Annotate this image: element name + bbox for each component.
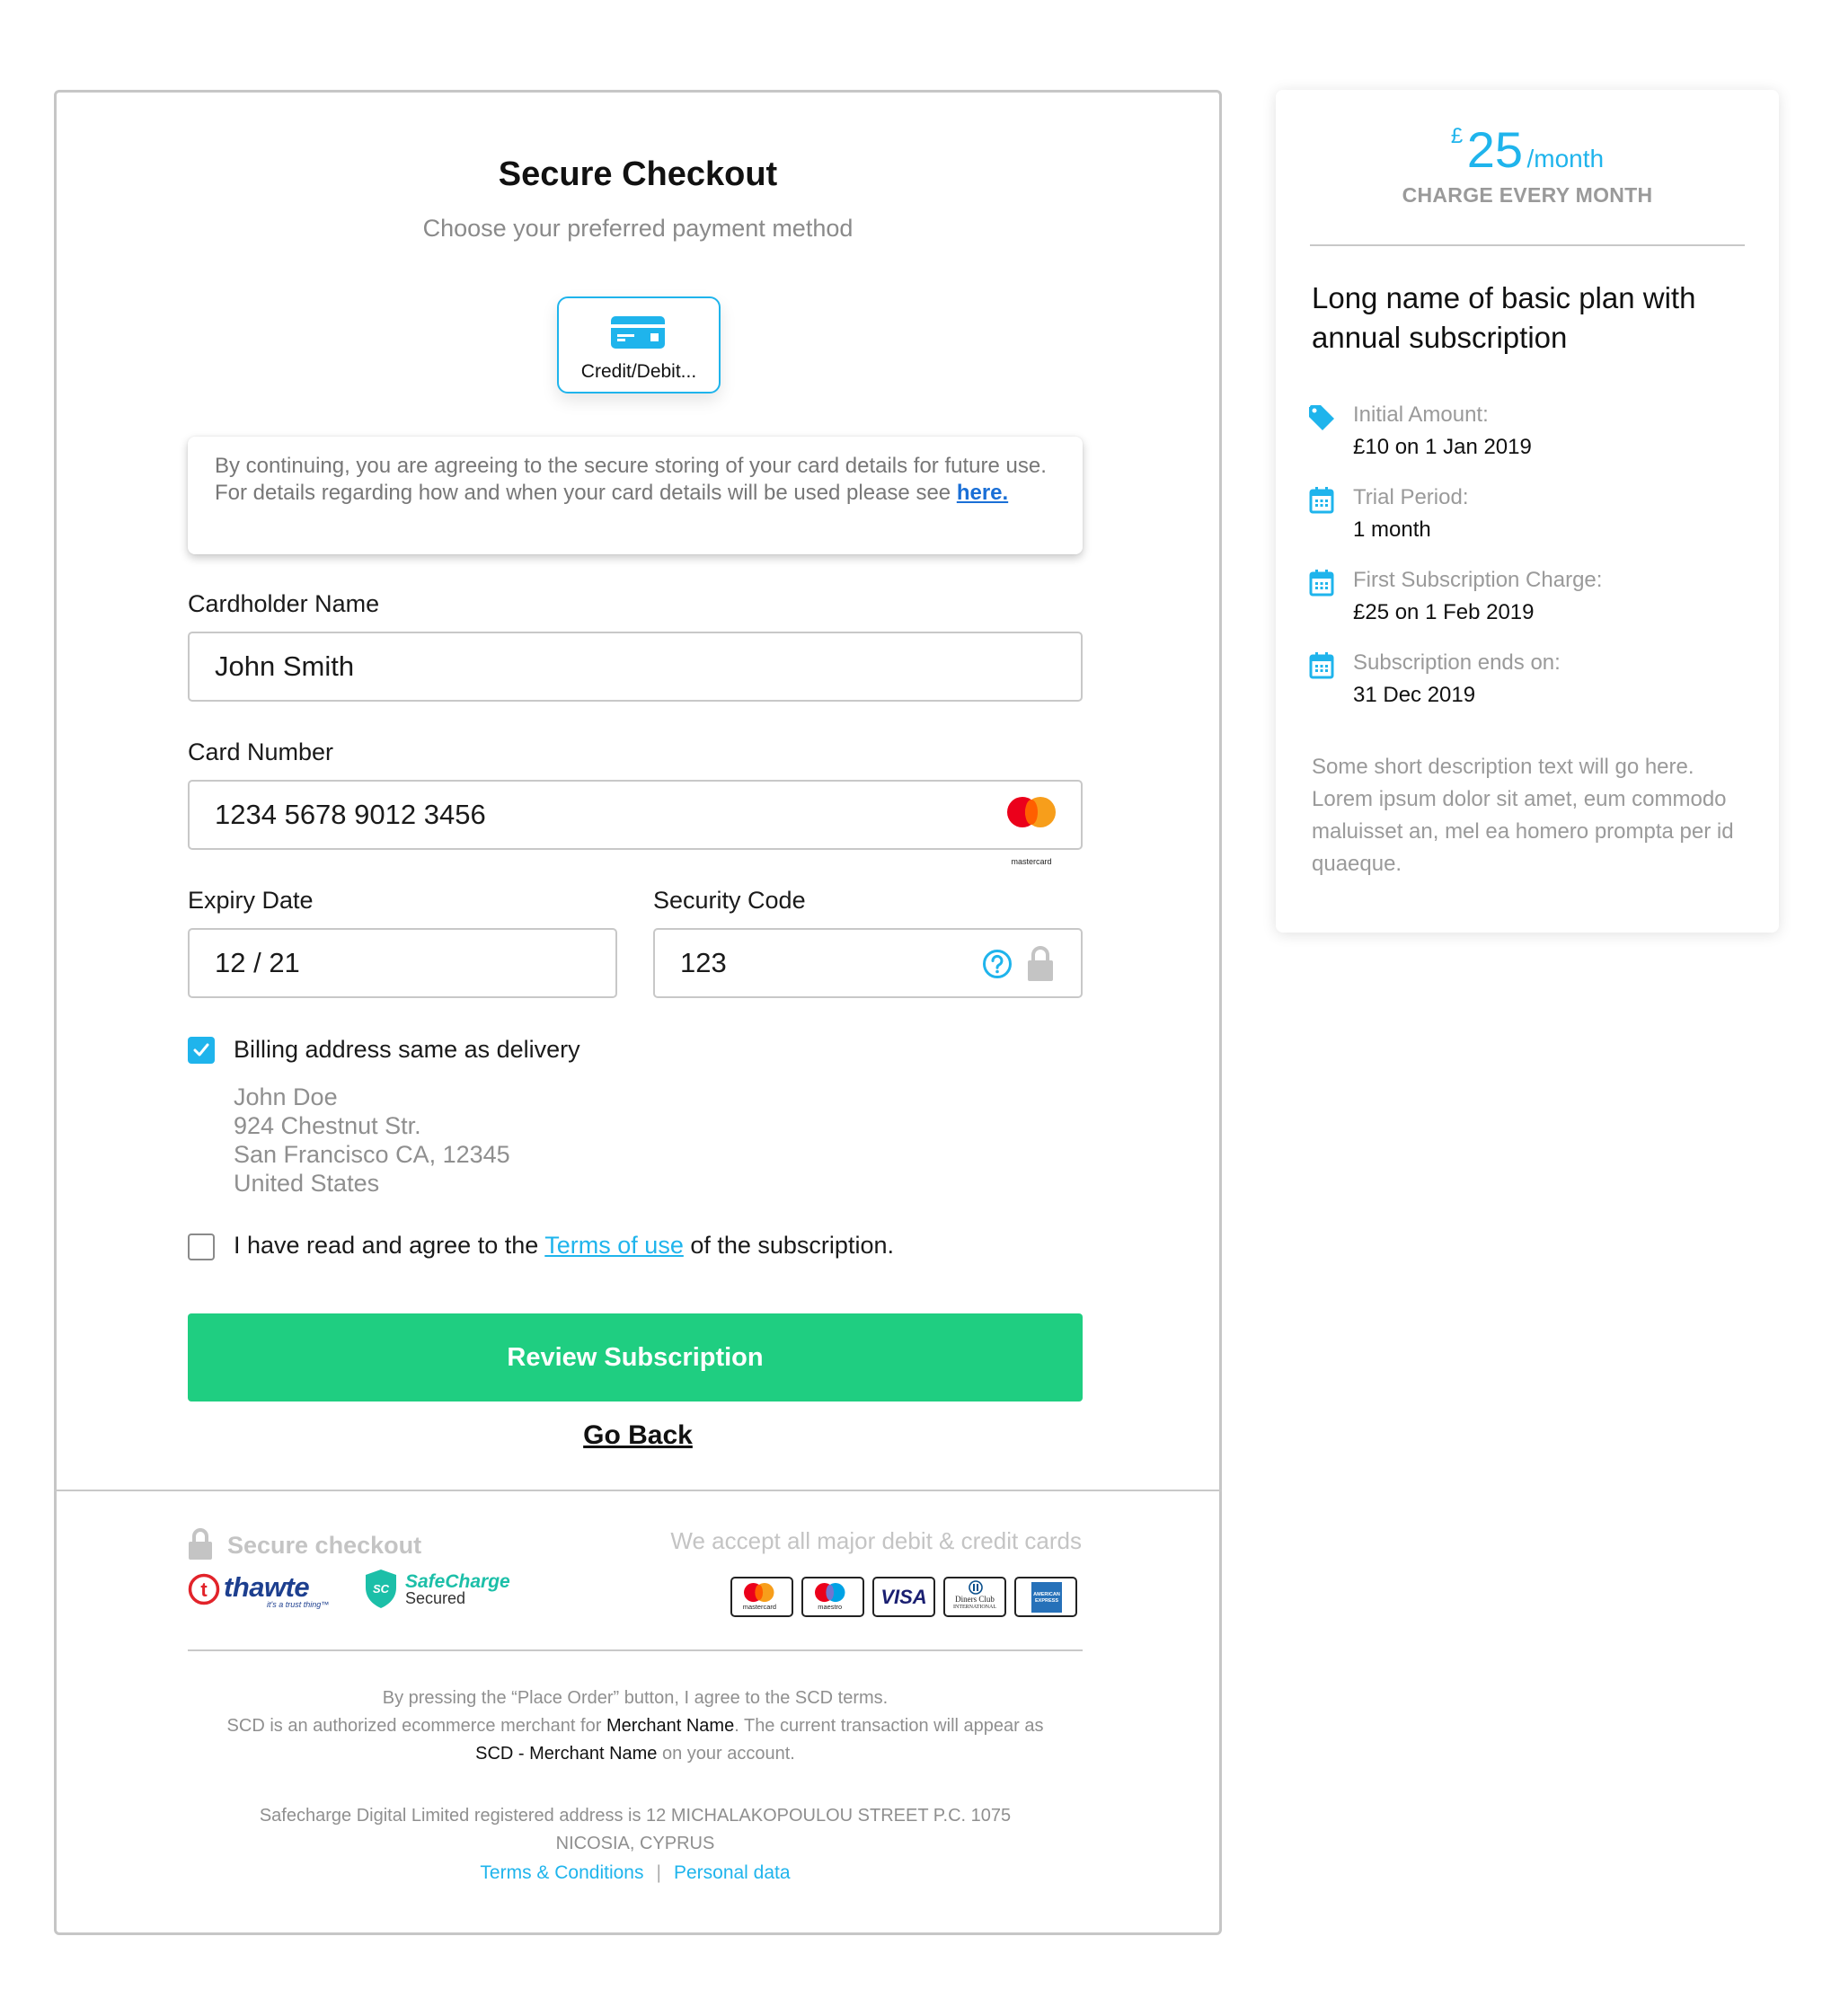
diners-club-logo: Diners Club INTERNATIONAL <box>943 1577 1006 1617</box>
security-code-label: Security Code <box>653 887 806 914</box>
lock-icon <box>1028 946 1053 981</box>
accepted-cards-label: We accept all major debit & credit cards <box>670 1527 1082 1554</box>
company-address-line-1: Safecharge Digital Limited registered ad… <box>259 1806 1012 1826</box>
legal-line-1: By pressing the “Place Order” button, I … <box>382 1688 889 1708</box>
expiry-date-value: 12 / 21 <box>215 947 300 978</box>
terms-text-before: I have read and agree to the <box>234 1232 545 1259</box>
thawte-tagline: it's a trust thing™ <box>267 1600 330 1609</box>
cardholder-name-value: John Smith <box>215 650 355 682</box>
calendar-icon <box>1309 487 1334 514</box>
subscription-summary-card: £ 25 /month CHARGE EVERY MONTH Long name… <box>1276 90 1779 933</box>
checkout-card: Secure Checkout Choose your preferred pa… <box>54 90 1222 1935</box>
thawte-wordmark: thawte <box>224 1571 310 1603</box>
card-number-label: Card Number <box>188 738 334 765</box>
footer-divider <box>54 1490 1222 1491</box>
notice-text: By continuing, you are agreeing to the s… <box>215 454 1047 505</box>
maestro-logo: maestro <box>801 1577 864 1617</box>
notice-here-link[interactable]: here. <box>957 481 1008 505</box>
go-back-link[interactable]: Go Back <box>57 1420 1219 1451</box>
detail-value: 1 month <box>1353 517 1431 542</box>
thawte-icon: t <box>188 1573 220 1605</box>
visa-logo: VISA <box>872 1577 935 1617</box>
detail-label: First Subscription Charge: <box>1353 568 1603 592</box>
terms-checkbox[interactable] <box>188 1233 215 1260</box>
price-period: /month <box>1526 145 1605 172</box>
billing-same-checkbox[interactable] <box>188 1037 215 1064</box>
terms-of-use-link[interactable]: Terms of use <box>544 1232 684 1259</box>
price-currency: £ <box>1450 124 1464 148</box>
statement-descriptor: SCD - Merchant Name <box>475 1744 658 1764</box>
go-back-label[interactable]: Go Back <box>583 1420 693 1450</box>
detail-label: Subscription ends on: <box>1353 650 1561 675</box>
legal-line-3: SCD - Merchant Name on your account. <box>475 1744 795 1764</box>
cardholder-name-label: Cardholder Name <box>188 590 380 617</box>
review-subscription-button[interactable]: Review Subscription <box>188 1313 1083 1401</box>
legal-line-2: SCD is an authorized ecommerce merchant … <box>226 1716 1044 1736</box>
legal-text: By pressing the “Place Order” button, I … <box>188 1684 1083 1768</box>
american-express-logo: AMERICAN EXPRESS <box>1014 1577 1077 1617</box>
security-code-value: 123 <box>680 947 727 978</box>
charge-frequency: CHARGE EVERY MONTH <box>1402 183 1653 207</box>
page-subtitle: Choose your preferred payment method <box>422 215 854 242</box>
card-storage-notice: By continuing, you are agreeing to the s… <box>188 437 1083 554</box>
price-amount: 25 <box>1466 121 1524 178</box>
payment-method-label: Credit/Debit... <box>580 361 697 382</box>
detail-label: Initial Amount: <box>1353 402 1489 427</box>
terms-label: I have read and agree to the Terms of us… <box>234 1232 894 1260</box>
svg-text:t: t <box>200 1578 208 1601</box>
safecharge-logo: SC SafeCharge Secured <box>364 1568 526 1613</box>
footer-links: Terms & Conditions | Personal data <box>188 1859 1083 1887</box>
expiry-date-label: Expiry Date <box>188 887 314 914</box>
address-line: John Doe <box>234 1083 338 1110</box>
detail-label: Trial Period: <box>1353 485 1469 509</box>
billing-address: John Doe 924 Chestnut Str. San Francisco… <box>234 1083 510 1198</box>
address-line: 924 Chestnut Str. <box>234 1112 421 1139</box>
calendar-icon <box>1309 570 1334 597</box>
link-separator: | <box>656 1862 661 1883</box>
address-line: United States <box>234 1170 380 1197</box>
diners-icon <box>969 1580 983 1595</box>
card-number-value: 1234 5678 9012 3456 <box>215 799 486 830</box>
billing-same-label[interactable]: Billing address same as delivery <box>234 1036 580 1064</box>
expiry-date-input[interactable]: 12 / 21 <box>188 928 617 998</box>
legal-divider <box>188 1649 1083 1651</box>
card-number-input[interactable]: 1234 5678 9012 3456 mastercard <box>188 780 1083 866</box>
price: £ 25 /month <box>1276 120 1779 179</box>
payment-method-credit-debit[interactable]: Credit/Debit... <box>557 296 721 393</box>
thawte-logo: t thawte it's a trust thing™ <box>188 1571 332 1611</box>
page-title: Secure Checkout <box>498 155 778 193</box>
detail-value: £10 on 1 Jan 2019 <box>1353 435 1532 459</box>
security-code-input[interactable]: 123 <box>653 928 1083 998</box>
personal-data-link[interactable]: Personal data <box>674 1862 791 1883</box>
plan-description: Some short description text will go here… <box>1312 755 1734 876</box>
help-icon[interactable] <box>982 949 1013 979</box>
secure-checkout-label: Secure checkout <box>227 1532 422 1559</box>
checkmark-icon <box>193 1043 209 1057</box>
address-line: San Francisco CA, 12345 <box>234 1141 510 1168</box>
plan-name: Long name of basic plan with annual subs… <box>1312 281 1696 354</box>
cardholder-name-input[interactable]: John Smith <box>188 632 1083 702</box>
detail-value: 31 Dec 2019 <box>1353 683 1476 707</box>
lock-icon <box>189 1528 212 1560</box>
svg-text:SC: SC <box>373 1582 390 1596</box>
company-address: Safecharge Digital Limited registered ad… <box>188 1802 1083 1858</box>
safecharge-secured: Secured <box>405 1589 466 1607</box>
summary-divider <box>1310 244 1745 246</box>
terms-conditions-link[interactable]: Terms & Conditions <box>480 1862 643 1883</box>
tag-icon <box>1309 405 1334 430</box>
mastercard-logo: mastercard <box>730 1577 793 1617</box>
shield-icon: SC <box>366 1569 396 1608</box>
credit-card-icon <box>611 316 665 349</box>
merchant-name: Merchant Name <box>606 1716 735 1736</box>
company-address-line-2: NICOSIA, CYPRUS <box>555 1834 715 1853</box>
detail-value: £25 on 1 Feb 2019 <box>1353 600 1535 624</box>
calendar-icon <box>1309 652 1334 679</box>
terms-text-after: of the subscription. <box>683 1232 894 1259</box>
